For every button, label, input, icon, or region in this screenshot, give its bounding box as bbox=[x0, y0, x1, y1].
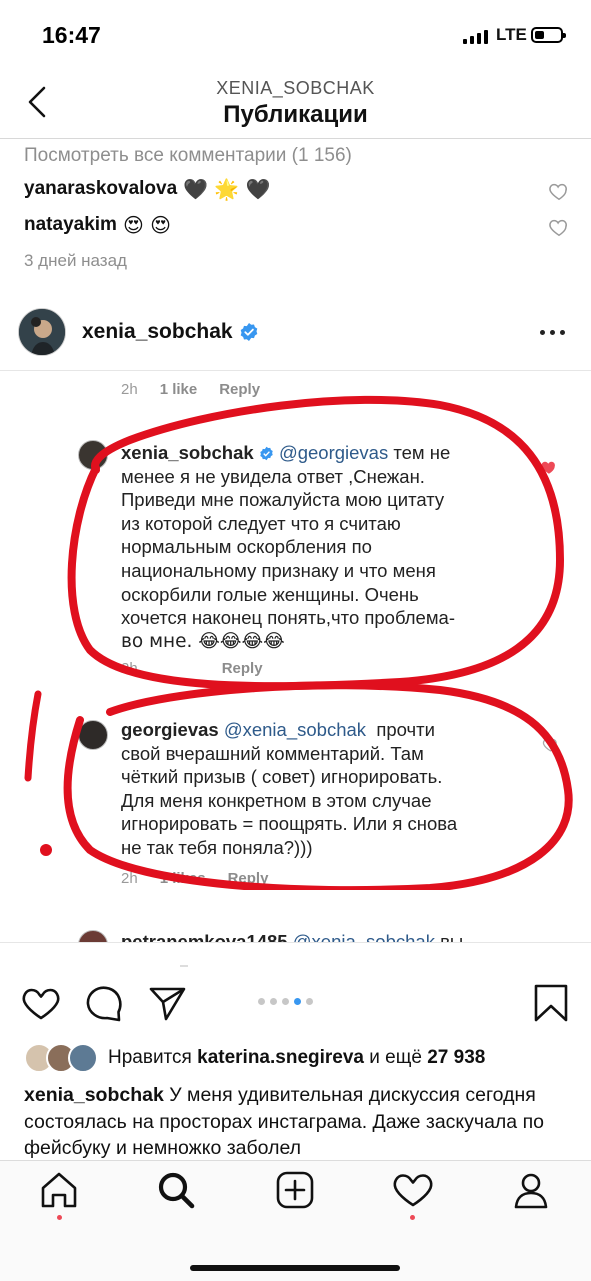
carousel-dot-active bbox=[294, 998, 301, 1005]
comment-username: petranemkova1485 bbox=[121, 931, 288, 942]
carousel-dot bbox=[282, 998, 289, 1005]
divider bbox=[180, 965, 188, 967]
reply-link: Reply bbox=[221, 660, 263, 677]
likes-prefix: Нравится bbox=[108, 1047, 192, 1068]
bookmark-icon[interactable] bbox=[530, 982, 572, 1024]
post-caption: xenia_sobchak У меня удивительная дискус… bbox=[24, 1082, 569, 1162]
liker-avatars bbox=[24, 1043, 98, 1073]
page-title: Публикации bbox=[223, 101, 368, 128]
more-options-icon[interactable] bbox=[540, 330, 565, 335]
comment-line: оскорбили голые женщины. Очень bbox=[121, 583, 419, 605]
likes-middle: и ещё bbox=[369, 1047, 422, 1068]
comment-likes: 1 like bbox=[159, 381, 198, 398]
comment-meta: 2h Reply bbox=[121, 660, 263, 677]
comment-meta: 2h 1 likes Reply bbox=[121, 870, 268, 887]
comment-time: 2h bbox=[121, 660, 138, 677]
comment-line: из которой следует что я считаю bbox=[121, 512, 401, 534]
comment-line: игнорировать = поощрять. Или я снова bbox=[121, 813, 458, 835]
comment-line: национальному признаку и что меня bbox=[121, 559, 436, 581]
search-icon[interactable] bbox=[154, 1168, 198, 1212]
network-label: LTE bbox=[496, 25, 527, 44]
home-indicator bbox=[190, 1265, 400, 1271]
verified-badge-icon bbox=[260, 446, 273, 461]
comment-row: natayakim 😍 😍 bbox=[24, 213, 171, 237]
reply-link: Reply bbox=[219, 381, 261, 398]
heart-filled-icon bbox=[541, 461, 555, 474]
thread-comment-partial: petranemkova1485 @xenia_sobchak вы bbox=[0, 920, 591, 942]
likes-count[interactable]: 27 938 bbox=[427, 1047, 485, 1069]
comment-line: нормальным оскорбления по bbox=[121, 536, 372, 558]
avatar bbox=[68, 1043, 98, 1073]
likes-summary[interactable]: Нравится katerina.snegireva и ещё 27 938 bbox=[24, 1043, 485, 1073]
profile-icon[interactable] bbox=[509, 1168, 553, 1212]
comment-mention: @xenia_sobchak bbox=[292, 931, 435, 942]
comment-line: Приведи мне пожалуйста мою цитату bbox=[121, 489, 445, 511]
comment-icon[interactable] bbox=[83, 982, 125, 1024]
battery-icon bbox=[531, 27, 566, 43]
comment-username[interactable]: natayakim bbox=[24, 214, 117, 236]
comment-line: не так тебя поняла?))) bbox=[121, 836, 313, 858]
comment-line: свой вчерашний комментарий. Там bbox=[121, 742, 424, 764]
comment-mention: @georgievas bbox=[278, 442, 389, 463]
comment-line: тем не bbox=[393, 442, 451, 463]
status-time: 16:47 bbox=[42, 22, 101, 48]
avatar bbox=[78, 720, 108, 750]
header-account: XENIA_SOBCHAK bbox=[216, 78, 375, 98]
signal-icon bbox=[463, 30, 488, 44]
comment-line: вы bbox=[440, 931, 464, 942]
post-timestamp: 3 дней назад bbox=[24, 251, 127, 270]
carousel-dot bbox=[270, 998, 277, 1005]
notification-dot bbox=[410, 1215, 415, 1220]
avatar[interactable] bbox=[18, 308, 66, 356]
comment-likes: 1 likes bbox=[159, 870, 206, 887]
paper-plane-icon[interactable] bbox=[146, 982, 188, 1024]
notification-dot bbox=[57, 1215, 62, 1220]
comment-meta: 2h 1 like Reply bbox=[121, 381, 260, 398]
comment-username[interactable]: yanaraskovalova bbox=[24, 178, 177, 200]
view-all-comments-link[interactable]: Посмотреть все комментарии (1 156) bbox=[24, 145, 352, 167]
activity-heart-icon[interactable] bbox=[391, 1168, 435, 1212]
comment-row: yanaraskovalova 🖤 🌟 🖤 bbox=[24, 177, 271, 201]
thread-comment: georgievas @xenia_sobchak прочти свой вч… bbox=[121, 718, 521, 860]
comment-line: хочется наконец понять,что проблема- bbox=[121, 607, 455, 629]
comment-text: 😍 😍 bbox=[122, 213, 172, 237]
comment-text: 🖤 🌟 🖤 bbox=[183, 177, 271, 201]
carousel-indicator bbox=[258, 998, 313, 1005]
comment-time: 2h bbox=[121, 870, 138, 887]
image-bottom-edge bbox=[0, 942, 591, 943]
caption-username[interactable]: xenia_sobchak bbox=[24, 1084, 164, 1106]
heart-icon bbox=[542, 738, 557, 752]
thread-comment: xenia_sobchak @georgievas тем не менее я… bbox=[121, 441, 511, 653]
reply-link: Reply bbox=[227, 870, 269, 887]
avatar bbox=[78, 930, 108, 942]
plus-square-icon[interactable] bbox=[273, 1168, 317, 1212]
image-top-edge bbox=[0, 370, 591, 371]
home-icon[interactable] bbox=[37, 1168, 81, 1212]
comment-time: 2h bbox=[121, 381, 138, 398]
avatar bbox=[78, 440, 108, 470]
carousel-dot bbox=[258, 998, 265, 1005]
comment-line: Для меня конкретном в этом случае bbox=[121, 789, 432, 811]
header-divider bbox=[0, 138, 591, 139]
carousel-dot bbox=[306, 998, 313, 1005]
verified-badge-icon bbox=[240, 323, 257, 341]
comment-mention: @xenia_sobchak bbox=[223, 719, 367, 740]
comment-line: во мне. 😂😂😂😂 bbox=[121, 630, 285, 652]
post-author-name[interactable]: xenia_sobchak bbox=[82, 320, 233, 344]
comment-line: прочти bbox=[376, 719, 435, 740]
comment-line: менее я не увидела ответ ,Снежан. bbox=[121, 465, 425, 487]
heart-icon[interactable] bbox=[548, 216, 570, 238]
likes-user[interactable]: katerina.snegireva bbox=[197, 1047, 364, 1069]
heart-icon[interactable] bbox=[548, 180, 570, 202]
post-author[interactable]: xenia_sobchak bbox=[82, 320, 259, 344]
comment-username: xenia_sobchak bbox=[121, 442, 254, 463]
comment-line: чёткий призыв ( совет) игнорировать. bbox=[121, 766, 443, 788]
heart-icon[interactable] bbox=[20, 982, 62, 1024]
comment-username: georgievas bbox=[121, 719, 219, 740]
